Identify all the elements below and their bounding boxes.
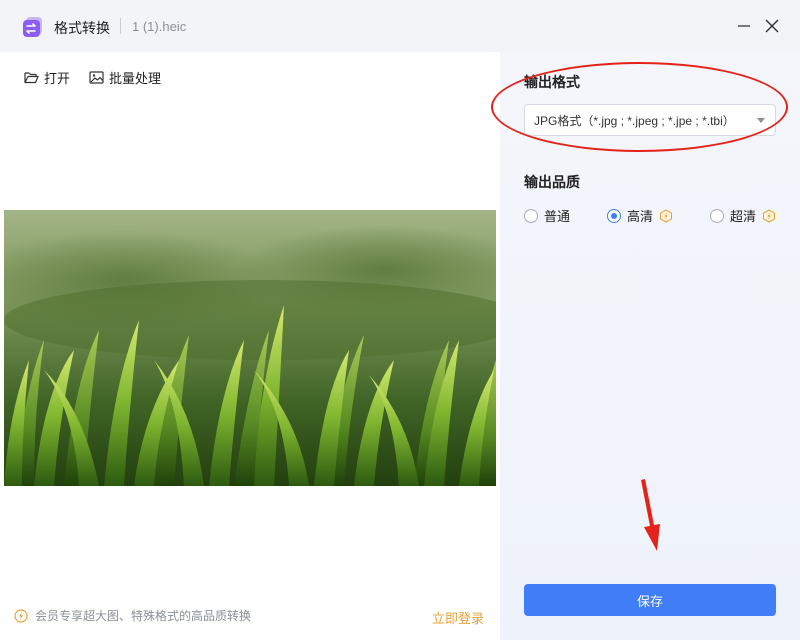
radio-hd[interactable] bbox=[607, 208, 621, 223]
lightning-badge-icon bbox=[14, 608, 28, 623]
app-title: 格式转换 bbox=[54, 20, 110, 36]
folder-open-icon bbox=[24, 72, 39, 84]
settings-panel: 输出格式 JPG格式（*.jpg ; *.jpeg ; *.jpe ; *.tb… bbox=[500, 52, 800, 640]
title-bar: 格式转换 1 (1).heic bbox=[0, 0, 800, 52]
quality-label-hd: 高清 bbox=[627, 209, 654, 224]
close-icon bbox=[765, 19, 779, 33]
radio-ultra[interactable] bbox=[710, 208, 724, 223]
quality-option-normal[interactable]: 普通 bbox=[524, 206, 570, 225]
image-icon bbox=[89, 71, 104, 84]
quality-option-ultra[interactable]: 超清 bbox=[710, 206, 776, 225]
grass-photo bbox=[4, 210, 496, 486]
batch-label: 批量处理 bbox=[109, 71, 162, 86]
output-format-value: JPG格式（*.jpg ; *.jpeg ; *.jpe ; *.tbi） bbox=[534, 113, 735, 128]
radio-normal[interactable] bbox=[524, 208, 538, 223]
quality-label-ultra: 超清 bbox=[730, 209, 757, 224]
quality-option-hd[interactable]: 高清 bbox=[607, 206, 673, 225]
open-button[interactable]: 打开 bbox=[24, 68, 70, 87]
output-format-label: 输出格式 bbox=[524, 74, 580, 90]
open-label: 打开 bbox=[44, 71, 71, 86]
minimize-icon bbox=[738, 25, 750, 27]
login-link[interactable]: 立即登录 bbox=[432, 608, 484, 627]
minimize-button[interactable] bbox=[734, 16, 754, 36]
lightning-badge-icon bbox=[763, 208, 776, 223]
vip-note: 会员专享超大图、特殊格式的高品质转换 bbox=[14, 607, 251, 624]
vip-note-text: 会员专享超大图、特殊格式的高品质转换 bbox=[35, 609, 252, 623]
quality-label-normal: 普通 bbox=[544, 209, 571, 224]
output-quality-label: 输出品质 bbox=[524, 174, 580, 190]
output-format-select[interactable]: JPG格式（*.jpg ; *.jpeg ; *.jpe ; *.tbi） bbox=[524, 104, 776, 136]
close-button[interactable] bbox=[762, 16, 782, 36]
save-button[interactable]: 保存 bbox=[524, 584, 776, 616]
preview-panel: 打开 批量处理 会员专享超大图、特殊格式的高品质转换 立即登录 bbox=[0, 52, 500, 640]
image-preview bbox=[4, 210, 496, 486]
title-divider bbox=[120, 18, 121, 34]
lightning-badge-icon bbox=[660, 208, 673, 223]
convert-app-icon bbox=[23, 17, 42, 37]
chevron-down-icon bbox=[757, 118, 765, 123]
file-name: 1 (1).heic bbox=[132, 19, 187, 34]
batch-process-button[interactable]: 批量处理 bbox=[89, 68, 161, 87]
